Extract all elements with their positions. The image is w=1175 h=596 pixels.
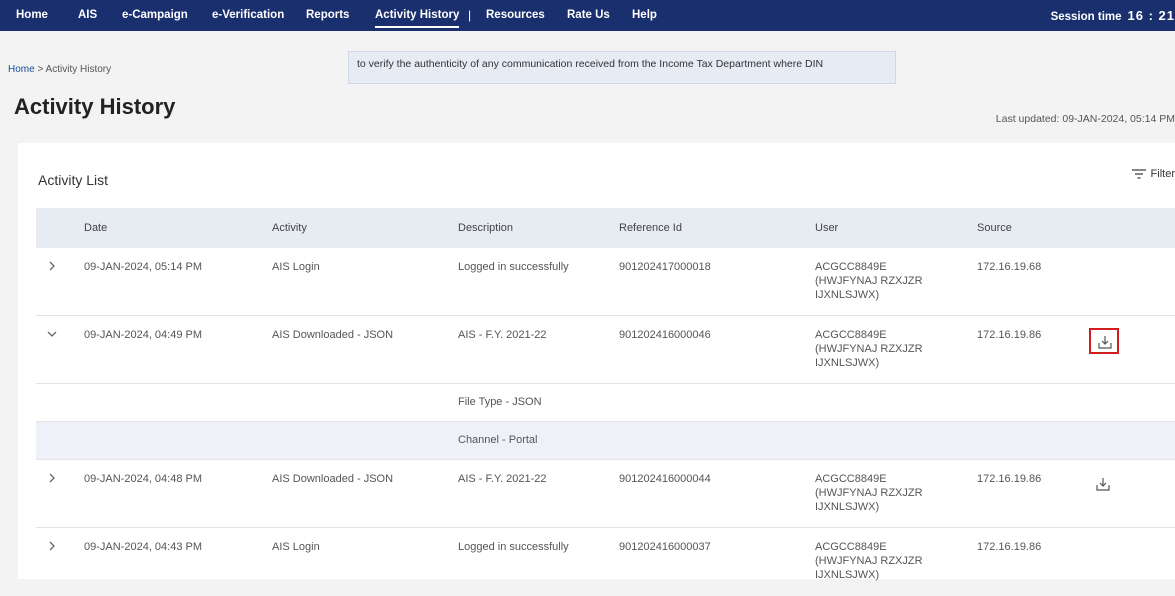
activity-list-title: Activity List	[38, 172, 109, 188]
filter-icon	[1131, 169, 1146, 179]
user-name-line2: IJXNLSJWX)	[815, 569, 880, 581]
nav-activity-history[interactable]: Activity History	[375, 0, 460, 31]
user-name-line2: IJXNLSJWX)	[815, 357, 880, 369]
filter-label: Filter	[1150, 168, 1175, 180]
session-label: Session time	[1050, 11, 1122, 23]
info-banner: to verify the authenticity of any commun…	[348, 51, 896, 84]
nav-e-verification[interactable]: e-Verification	[212, 0, 284, 31]
chevron-down-icon[interactable]	[46, 328, 58, 340]
header-source[interactable]: Source	[977, 221, 1012, 235]
row-activity: AIS Login	[272, 261, 320, 273]
breadcrumb: Home > Activity History	[8, 64, 111, 75]
table-row[interactable]: 09-JAN-2024, 04:49 PM AIS Downloaded - J…	[36, 316, 1175, 384]
row-reference-id: 901202416000046	[619, 329, 711, 341]
detail-channel: Channel - Portal	[458, 434, 538, 446]
session-timer: Session time 16 : 21	[1051, 0, 1175, 31]
nav-resources[interactable]: Resources	[486, 0, 545, 31]
row-description: Logged in successfully	[458, 541, 569, 553]
nav-help[interactable]: Help	[632, 0, 657, 31]
download-button[interactable]	[1089, 472, 1119, 498]
breadcrumb-separator: >	[37, 64, 44, 75]
user-name-line2: IJXNLSJWX)	[815, 501, 880, 513]
activity-list-card: Activity List Filter Date Activity Descr…	[18, 143, 1175, 581]
nav-reports[interactable]: Reports	[306, 0, 349, 31]
detail-file-type: File Type - JSON	[458, 396, 542, 408]
user-name-line1: (HWJFYNAJ RZXJZR	[815, 555, 923, 567]
chevron-right-icon[interactable]	[46, 260, 58, 272]
chevron-right-icon[interactable]	[46, 540, 58, 552]
download-icon	[1098, 336, 1112, 349]
user-pan: ACGCC8849E	[815, 541, 887, 553]
header-reference-id[interactable]: Reference Id	[619, 221, 682, 235]
row-user: ACGCC8849E (HWJFYNAJ RZXJZR IJXNLSJWX)	[815, 472, 923, 514]
header-description[interactable]: Description	[458, 221, 513, 235]
row-date: 09-JAN-2024, 05:14 PM	[84, 261, 203, 273]
filter-button[interactable]: Filter	[1131, 168, 1175, 180]
user-name-line2: IJXNLSJWX)	[815, 289, 880, 301]
header-date[interactable]: Date	[84, 221, 107, 235]
detail-row: Channel - Portal	[36, 422, 1175, 460]
user-pan: ACGCC8849E	[815, 473, 887, 485]
session-clock: 16 : 21	[1127, 8, 1175, 23]
user-pan: ACGCC8849E	[815, 329, 887, 341]
row-source: 172.16.19.68	[977, 261, 1042, 273]
user-name-line1: (HWJFYNAJ RZXJZR	[815, 343, 923, 355]
row-reference-id: 901202416000044	[619, 473, 711, 485]
row-date: 09-JAN-2024, 04:49 PM	[84, 329, 203, 341]
row-reference-id: 901202417000018	[619, 261, 711, 273]
row-description: AIS - F.Y. 2021-22	[458, 329, 547, 341]
detail-row: File Type - JSON	[36, 384, 1175, 422]
row-description: Logged in successfully	[458, 261, 569, 273]
breadcrumb-current: Activity History	[45, 64, 112, 75]
user-name-line1: (HWJFYNAJ RZXJZR	[815, 487, 923, 499]
table-row[interactable]: 09-JAN-2024, 04:43 PM AIS Login Logged i…	[36, 528, 1175, 596]
nav-rate-us[interactable]: Rate Us	[567, 0, 610, 31]
user-name-line1: (HWJFYNAJ RZXJZR	[815, 275, 923, 287]
download-icon	[1096, 478, 1110, 491]
breadcrumb-home[interactable]: Home	[8, 64, 35, 75]
row-activity: AIS Downloaded - JSON	[272, 329, 394, 341]
top-navigation: Home AIS e-Campaign e-Verification Repor…	[0, 0, 1175, 31]
row-date: 09-JAN-2024, 04:48 PM	[84, 473, 203, 485]
row-activity: AIS Downloaded - JSON	[272, 473, 394, 485]
row-date: 09-JAN-2024, 04:43 PM	[84, 541, 203, 553]
row-reference-id: 901202416000037	[619, 541, 711, 553]
row-source: 172.16.19.86	[977, 329, 1042, 341]
row-user: ACGCC8849E (HWJFYNAJ RZXJZR IJXNLSJWX)	[815, 260, 923, 302]
header-user[interactable]: User	[815, 221, 838, 235]
header-activity[interactable]: Activity	[272, 221, 307, 235]
row-user: ACGCC8849E (HWJFYNAJ RZXJZR IJXNLSJWX)	[815, 328, 923, 370]
download-button[interactable]	[1089, 328, 1119, 354]
nav-ais[interactable]: AIS	[78, 0, 97, 31]
chevron-right-icon[interactable]	[46, 472, 58, 484]
row-activity: AIS Login	[272, 541, 320, 553]
nav-e-campaign[interactable]: e-Campaign	[122, 0, 188, 31]
page-title: Activity History	[14, 94, 176, 119]
last-updated: Last updated: 09-JAN-2024, 05:14 PM	[995, 113, 1175, 125]
nav-separator: |	[468, 8, 472, 22]
user-pan: ACGCC8849E	[815, 261, 887, 273]
row-source: 172.16.19.86	[977, 473, 1042, 485]
table-header: Date Activity Description Reference Id U…	[36, 208, 1175, 248]
row-source: 172.16.19.86	[977, 541, 1042, 553]
row-description: AIS - F.Y. 2021-22	[458, 473, 547, 485]
nav-home[interactable]: Home	[16, 0, 48, 31]
table-row[interactable]: 09-JAN-2024, 04:48 PM AIS Downloaded - J…	[36, 460, 1175, 528]
table-row[interactable]: 09-JAN-2024, 05:14 PM AIS Login Logged i…	[36, 248, 1175, 316]
row-user: ACGCC8849E (HWJFYNAJ RZXJZR IJXNLSJWX)	[815, 540, 923, 582]
